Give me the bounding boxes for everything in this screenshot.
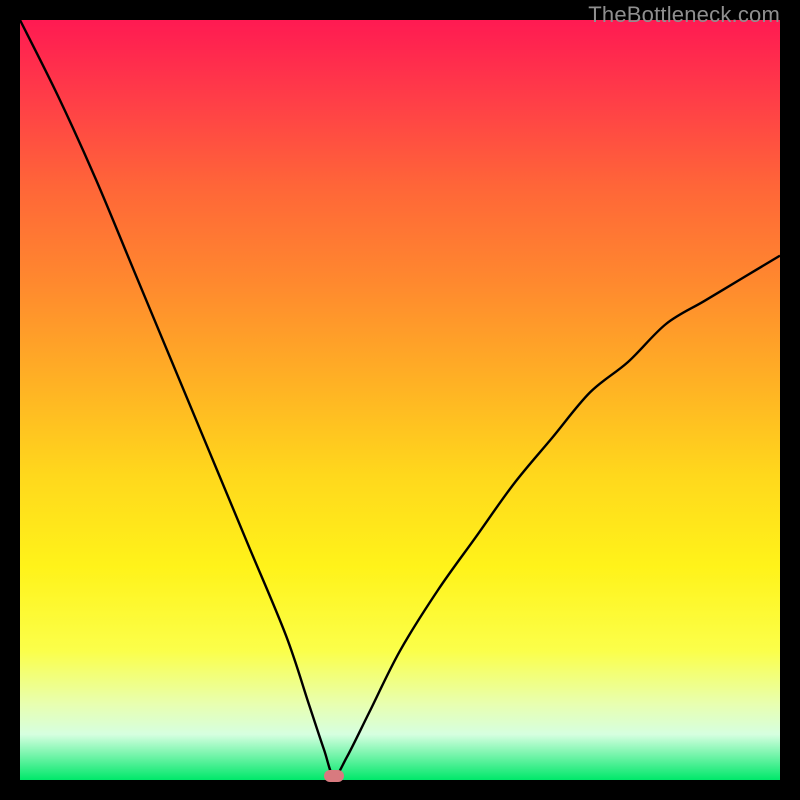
watermark-text: TheBottleneck.com xyxy=(588,2,780,28)
bottleneck-curve xyxy=(20,20,780,780)
optimal-point-marker xyxy=(324,770,344,782)
